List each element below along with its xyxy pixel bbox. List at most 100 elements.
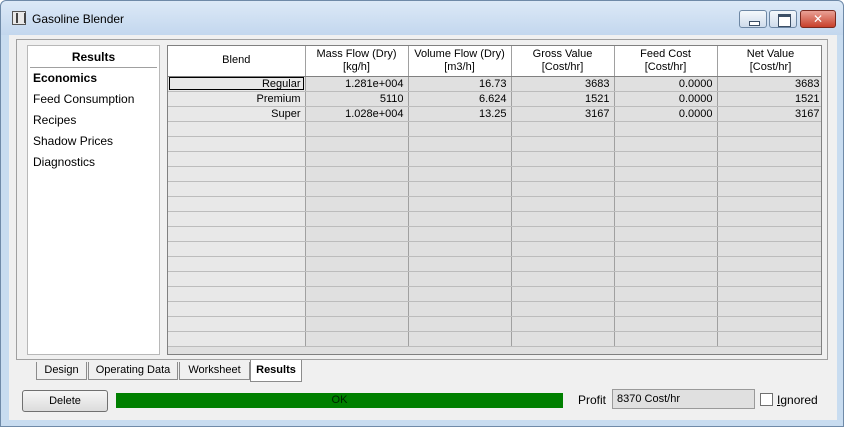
empty-table-cell <box>614 316 718 332</box>
empty-table-cell <box>511 241 615 257</box>
empty-table-cell <box>408 166 512 182</box>
empty-table-cell <box>168 151 306 167</box>
maximize-button[interactable] <box>769 10 797 28</box>
header-line2: [Cost/hr] <box>749 60 792 73</box>
empty-table-cell <box>408 181 512 197</box>
sidebar-item-diagnostics[interactable]: Diagnostics <box>28 152 159 173</box>
header-line2: [Cost/hr] <box>541 60 584 73</box>
empty-table-cell <box>305 256 409 272</box>
close-button[interactable] <box>800 10 836 28</box>
empty-table-cell <box>305 166 409 182</box>
column-header-feed-cost[interactable]: Feed Cost [Cost/hr] <box>614 46 718 77</box>
sidebar-item-feed-consumption[interactable]: Feed Consumption <box>28 89 159 110</box>
empty-table-cell <box>168 256 306 272</box>
empty-table-cell <box>305 301 409 317</box>
table-cell[interactable]: 5110 <box>305 91 409 107</box>
empty-table-cell <box>408 151 512 167</box>
sidebar-item-shadow-prices[interactable]: Shadow Prices <box>28 131 159 152</box>
empty-table-cell <box>168 136 306 152</box>
empty-table-cell <box>717 331 821 347</box>
minimize-button[interactable] <box>739 10 767 28</box>
table-cell[interactable]: 13.25 <box>408 106 512 122</box>
tab-operating-data[interactable]: Operating Data <box>88 362 178 380</box>
empty-table-cell <box>408 286 512 302</box>
table-cell[interactable]: Super <box>168 106 306 122</box>
empty-table-cell <box>717 166 821 182</box>
empty-table-cell <box>511 181 615 197</box>
empty-table-cell <box>614 271 718 287</box>
gasoline-blender-window: Gasoline Blender Results Economics Feed … <box>0 0 844 427</box>
empty-table-cell <box>614 331 718 347</box>
table-cell[interactable]: 3167 <box>511 106 615 122</box>
empty-table-cell <box>168 121 306 137</box>
table-cell[interactable]: Regular <box>168 76 306 92</box>
table-cell[interactable]: 3167 <box>717 106 821 122</box>
empty-table-cell <box>717 256 821 272</box>
delete-button[interactable]: Delete <box>22 390 108 412</box>
table-cell[interactable]: 1.281e+004 <box>305 76 409 92</box>
empty-table-cell <box>717 211 821 227</box>
table-cell[interactable]: 1521 <box>511 91 615 107</box>
table-cell[interactable]: 3683 <box>717 76 821 92</box>
empty-table-cell <box>614 136 718 152</box>
empty-table-row <box>168 196 821 212</box>
header-line1: Volume Flow (Dry) <box>414 47 505 60</box>
column-header-net-value[interactable]: Net Value [Cost/hr] <box>717 46 821 77</box>
table-cell[interactable]: 1521 <box>717 91 821 107</box>
header-line1: Blend <box>222 54 251 67</box>
title-bar[interactable]: Gasoline Blender <box>1 1 843 35</box>
empty-table-cell <box>168 331 306 347</box>
table-cell[interactable]: 1.028e+004 <box>305 106 409 122</box>
sidebar-item-recipes[interactable]: Recipes <box>28 110 159 131</box>
empty-table-cell <box>717 181 821 197</box>
empty-table-cell <box>614 181 718 197</box>
table-cell[interactable]: 16.73 <box>408 76 512 92</box>
table-cell[interactable]: Premium <box>168 91 306 107</box>
column-header-volume-flow[interactable]: Volume Flow (Dry) [m3/h] <box>408 46 512 77</box>
empty-table-cell <box>511 331 615 347</box>
table-cell[interactable]: 0.0000 <box>614 76 718 92</box>
window-title: Gasoline Blender <box>32 12 125 26</box>
tab-results[interactable]: Results <box>250 360 302 382</box>
header-line1: Net Value <box>746 47 795 60</box>
empty-table-cell <box>168 241 306 257</box>
empty-table-row <box>168 286 821 302</box>
tab-worksheet[interactable]: Worksheet <box>179 362 250 380</box>
empty-table-cell <box>511 226 615 242</box>
empty-table-cell <box>717 241 821 257</box>
empty-table-row <box>168 316 821 332</box>
empty-table-row <box>168 181 821 197</box>
header-line2: [kg/h] <box>343 60 370 73</box>
column-header-mass-flow[interactable]: Mass Flow (Dry) [kg/h] <box>305 46 409 77</box>
empty-table-row <box>168 166 821 182</box>
empty-table-row <box>168 121 821 137</box>
empty-table-cell <box>511 136 615 152</box>
header-line1: Mass Flow (Dry) <box>316 47 397 60</box>
table-cell[interactable]: 6.624 <box>408 91 512 107</box>
table-cell[interactable]: 0.0000 <box>614 91 718 107</box>
blender-app-icon <box>12 11 26 25</box>
empty-table-row <box>168 226 821 242</box>
empty-table-cell <box>168 166 306 182</box>
table-row: Premium 5110 6.624 1521 0.0000 1521 <box>168 91 821 107</box>
empty-table-cell <box>717 151 821 167</box>
empty-table-cell <box>305 271 409 287</box>
sidebar-item-economics[interactable]: Economics <box>28 68 159 89</box>
empty-table-row <box>168 256 821 272</box>
header-line1: Feed Cost <box>640 47 691 60</box>
empty-table-cell <box>614 241 718 257</box>
column-header-gross-value[interactable]: Gross Value [Cost/hr] <box>511 46 615 77</box>
ignored-checkbox[interactable] <box>760 393 773 406</box>
table-cell[interactable]: 0.0000 <box>614 106 718 122</box>
empty-table-cell <box>717 121 821 137</box>
empty-table-cell <box>305 121 409 137</box>
empty-table-row <box>168 211 821 227</box>
column-header-blend[interactable]: Blend <box>168 46 306 77</box>
empty-table-cell <box>305 196 409 212</box>
empty-table-cell <box>408 241 512 257</box>
tab-design[interactable]: Design <box>36 362 87 380</box>
table-cell[interactable]: 3683 <box>511 76 615 92</box>
profit-label: Profit <box>578 393 607 407</box>
empty-table-cell <box>614 166 718 182</box>
empty-table-cell <box>614 121 718 137</box>
